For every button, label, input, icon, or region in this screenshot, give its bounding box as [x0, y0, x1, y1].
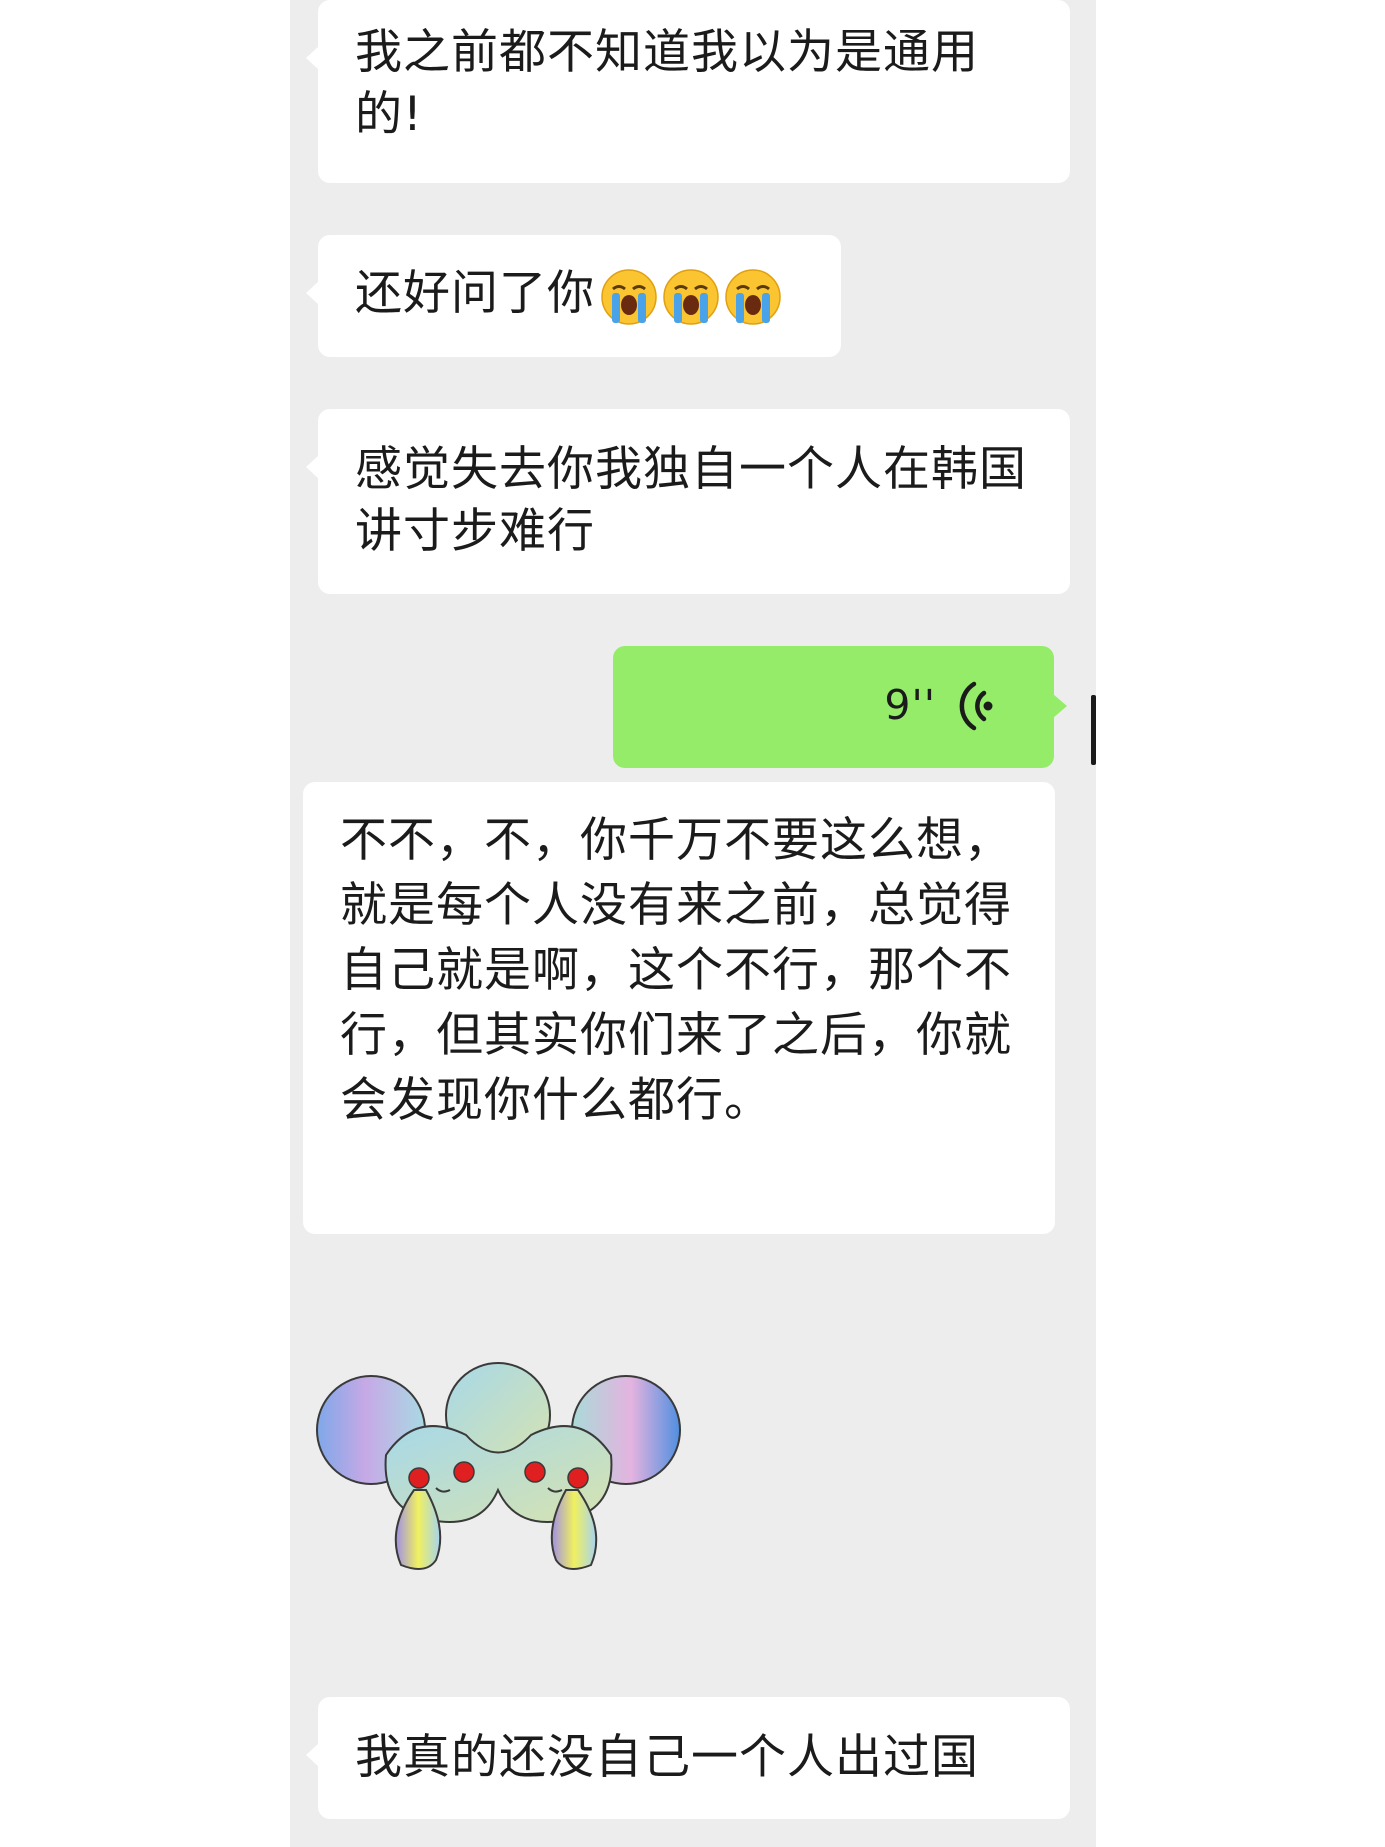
loudly-crying-face-icon: [663, 268, 719, 325]
message-bubble-received[interactable]: 我之前都不知道我以为是通用的!: [306, 0, 1070, 183]
loudly-crying-face-icon: [725, 268, 781, 325]
crying-mouse-sticker[interactable]: [316, 1360, 682, 1575]
message-bubble-received[interactable]: 感觉失去你我独自一个人在韩国讲寸步难行: [306, 409, 1070, 594]
message-text: 不不，不，你千万不要这么想，就是每个人没有来之前，总觉得自己就是啊，这个不行，那…: [340, 813, 1012, 1128]
message-text: 感觉失去你我独自一个人在韩国讲寸步难行: [355, 442, 1027, 559]
voice-duration: 9'': [884, 681, 936, 729]
message-text: 还好问了你: [355, 266, 595, 321]
voice-message-bubble[interactable]: 9'': [613, 646, 1067, 768]
scroll-edge-marker: [1091, 695, 1096, 765]
message-text: 我之前都不知道我以为是通用的!: [355, 25, 979, 142]
message-bubble-received[interactable]: 不不，不，你千万不要这么想，就是每个人没有来之前，总觉得自己就是啊，这个不行，那…: [303, 782, 1055, 1234]
message-text: 我真的还没自己一个人出过国: [355, 1730, 979, 1785]
voice-wave-icon: [959, 681, 993, 731]
message-bubble-received[interactable]: 我真的还没自己一个人出过国: [306, 1697, 1070, 1819]
loudly-crying-face-icon: [601, 268, 657, 325]
message-bubble-received[interactable]: 还好问了你: [306, 235, 841, 357]
